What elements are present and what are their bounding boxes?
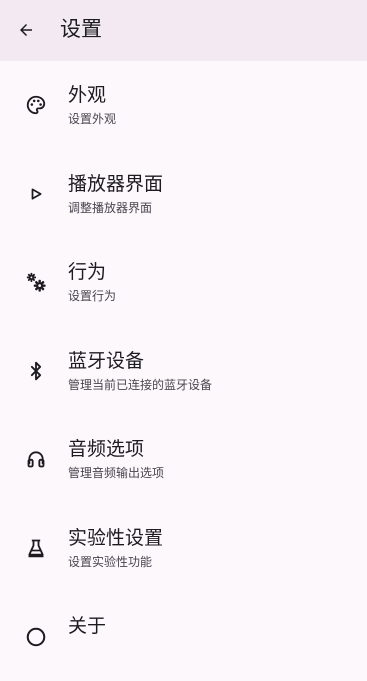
settings-item-label: 音频选项	[68, 438, 145, 460]
gears-icon	[24, 270, 48, 294]
settings-item-bluetooth[interactable]: 蓝牙设备 管理当前已连接的蓝牙设备	[0, 327, 367, 416]
settings-item-audio-options[interactable]: 音频选项 管理音频输出选项	[0, 415, 367, 504]
settings-item-label: 关于	[68, 615, 107, 637]
settings-list: 外观 设置外观 播放器界面 调整播放器界面 行为 设置行为 蓝牙设备 管理当前已…	[0, 61, 367, 681]
settings-item-description: 管理音频输出选项	[68, 466, 165, 480]
headphones-icon	[24, 447, 48, 471]
flask-icon	[24, 536, 48, 560]
bluetooth-icon	[24, 359, 48, 383]
settings-item-label: 实验性设置	[68, 526, 164, 549]
top-app-bar: 设置	[0, 0, 367, 61]
settings-item-label: 播放器界面	[68, 172, 164, 195]
settings-item-description: 设置实验性功能	[68, 554, 153, 569]
settings-item-description: 设置行为	[68, 289, 117, 303]
settings-item-description: 管理当前已连接的蓝牙设备	[68, 377, 213, 392]
settings-item-description: 设置外观	[68, 112, 117, 126]
info-icon	[24, 625, 48, 649]
settings-item-experimental[interactable]: 实验性设置 设置实验性功能	[0, 504, 367, 593]
settings-item-label: 蓝牙设备	[68, 349, 145, 372]
play-icon	[24, 182, 48, 206]
settings-item-label: 外观	[68, 84, 107, 106]
settings-item-label: 行为	[68, 261, 107, 283]
settings-item-behavior[interactable]: 行为 设置行为	[0, 238, 367, 327]
settings-item-about[interactable]: 关于	[0, 592, 367, 681]
settings-item-player-ui[interactable]: 播放器界面 调整播放器界面	[0, 150, 367, 239]
palette-icon	[24, 93, 48, 117]
arrow-back-icon	[20, 24, 32, 36]
settings-item-appearance[interactable]: 外观 设置外观	[0, 61, 367, 150]
settings-item-description: 调整播放器界面	[68, 200, 153, 215]
page-title: 设置	[60, 17, 102, 41]
back-button[interactable]	[14, 18, 38, 42]
